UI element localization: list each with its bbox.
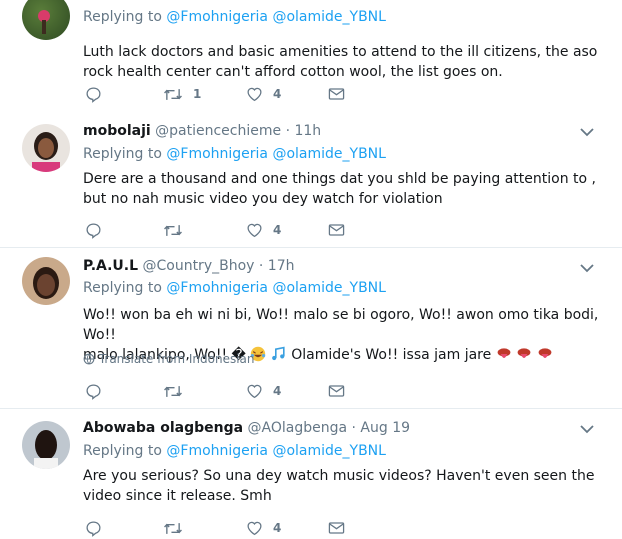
mention-link[interactable]: @olamide_YBNL (272, 9, 386, 25)
retweet-count: 1 (193, 87, 202, 101)
avatar[interactable] (22, 421, 70, 469)
mention-link[interactable]: @olamide_YBNL (272, 280, 386, 296)
tweet-header: P.A.U.L @Country_Bhoy · 17h (83, 258, 294, 274)
reply-button[interactable] (85, 519, 102, 537)
timestamp[interactable]: 11h (294, 123, 321, 139)
tweet-actions: 4 (83, 519, 383, 539)
retweet-button[interactable]: 1 (163, 85, 201, 103)
reply-button[interactable] (85, 382, 102, 400)
retweet-button[interactable] (163, 221, 183, 239)
separator: · (351, 420, 356, 436)
user-handle[interactable]: @AOlagbenga (248, 420, 348, 436)
mention-link[interactable]: @Fmohnigeria (166, 443, 268, 459)
tweet-3[interactable]: P.A.U.L @Country_Bhoy · 17h Replying to … (0, 248, 622, 409)
retweet-icon (164, 385, 182, 397)
tweet-actions: 4 (83, 382, 383, 402)
reply-icon (86, 383, 101, 400)
heart-icon (247, 384, 262, 399)
tweet-text: Dere are a thousand and one things dat y… (83, 171, 596, 207)
like-count: 4 (273, 223, 282, 237)
globe-icon (83, 353, 95, 365)
envelope-icon (328, 88, 345, 100)
like-button[interactable]: 4 (246, 382, 281, 400)
timestamp[interactable]: 17h (268, 258, 295, 274)
replying-to: Replying to @Fmohnigeria @olamide_YBNL (83, 9, 386, 25)
envelope-icon (328, 385, 345, 397)
avatar-image (33, 267, 59, 299)
retweet-icon (164, 224, 182, 236)
retweet-icon (164, 88, 182, 100)
display-name[interactable]: mobolaji (83, 123, 151, 139)
reply-icon (86, 520, 101, 537)
reply-icon (86, 222, 101, 239)
chevron-down-icon[interactable] (580, 128, 594, 137)
display-name[interactable]: P.A.U.L (83, 258, 138, 274)
tweet-actions: 4 (83, 221, 383, 241)
heart-icon (247, 87, 262, 102)
chevron-down-icon[interactable] (580, 425, 594, 434)
heart-icon (247, 521, 262, 536)
mention-link[interactable]: @Fmohnigeria (166, 280, 268, 296)
display-name[interactable]: Abowaba olagbenga (83, 420, 243, 436)
chevron-down-icon[interactable] (580, 264, 594, 273)
like-button[interactable]: 4 (246, 519, 281, 537)
envelope-icon (328, 224, 345, 236)
avatar-image (34, 430, 58, 469)
message-button[interactable] (328, 221, 345, 239)
tweet-text: Luth lack doctors and basic amenities to… (83, 44, 598, 80)
reply-button[interactable] (85, 85, 102, 103)
mention-link[interactable]: @olamide_YBNL (272, 146, 386, 162)
tweet-1[interactable]: Replying to @Fmohnigeria @olamide_YBNL L… (0, 0, 622, 117)
like-count: 4 (273, 87, 282, 101)
separator: · (258, 258, 264, 274)
tongue-emoji-icon (497, 348, 511, 358)
retweet-button[interactable] (163, 519, 183, 537)
translate-link[interactable]: Translate from Indonesian (83, 352, 255, 366)
reply-icon (86, 86, 101, 103)
tweet-4[interactable]: Abowaba olagbenga @AOlagbenga · Aug 19 R… (0, 409, 622, 538)
separator: · (285, 123, 291, 139)
mention-link[interactable]: @olamide_YBNL (272, 443, 386, 459)
avatar[interactable] (22, 0, 70, 40)
like-button[interactable]: 4 (246, 85, 281, 103)
replying-to: Replying to @Fmohnigeria @olamide_YBNL (83, 146, 386, 162)
reply-button[interactable] (85, 221, 102, 239)
message-button[interactable] (328, 519, 345, 537)
like-button[interactable]: 4 (246, 221, 281, 239)
timestamp[interactable]: Aug 19 (360, 420, 410, 436)
tweet-actions: 1 4 (83, 85, 383, 105)
user-handle[interactable]: @Country_Bhoy (142, 258, 254, 274)
replying-to: Replying to @Fmohnigeria @olamide_YBNL (83, 443, 386, 459)
tongue-emoji-icon (517, 348, 531, 358)
like-count: 4 (273, 384, 282, 398)
avatar-image (32, 132, 60, 172)
mention-link[interactable]: @Fmohnigeria (166, 146, 268, 162)
retweet-button[interactable] (163, 382, 183, 400)
user-handle[interactable]: @patiencechieme (155, 123, 281, 139)
retweet-icon (164, 522, 182, 534)
like-count: 4 (273, 521, 282, 535)
avatar-image (38, 10, 50, 34)
message-button[interactable] (328, 382, 345, 400)
tweet-header: mobolaji @patiencechieme · 11h (83, 123, 321, 139)
music-note-icon (271, 346, 285, 361)
tweet-header: Abowaba olagbenga @AOlagbenga · Aug 19 (83, 420, 410, 436)
mention-link[interactable]: @Fmohnigeria (166, 9, 268, 25)
tongue-emoji-icon (538, 348, 551, 358)
envelope-icon (328, 522, 345, 534)
heart-icon (247, 223, 262, 238)
tweet-text: Are you serious? So una dey watch music … (83, 468, 595, 504)
tweet-2[interactable]: mobolaji @patiencechieme · 11h Replying … (0, 116, 622, 248)
message-button[interactable] (328, 85, 345, 103)
replying-to: Replying to @Fmohnigeria @olamide_YBNL (83, 280, 386, 296)
avatar[interactable] (22, 124, 70, 172)
avatar[interactable] (22, 257, 70, 305)
